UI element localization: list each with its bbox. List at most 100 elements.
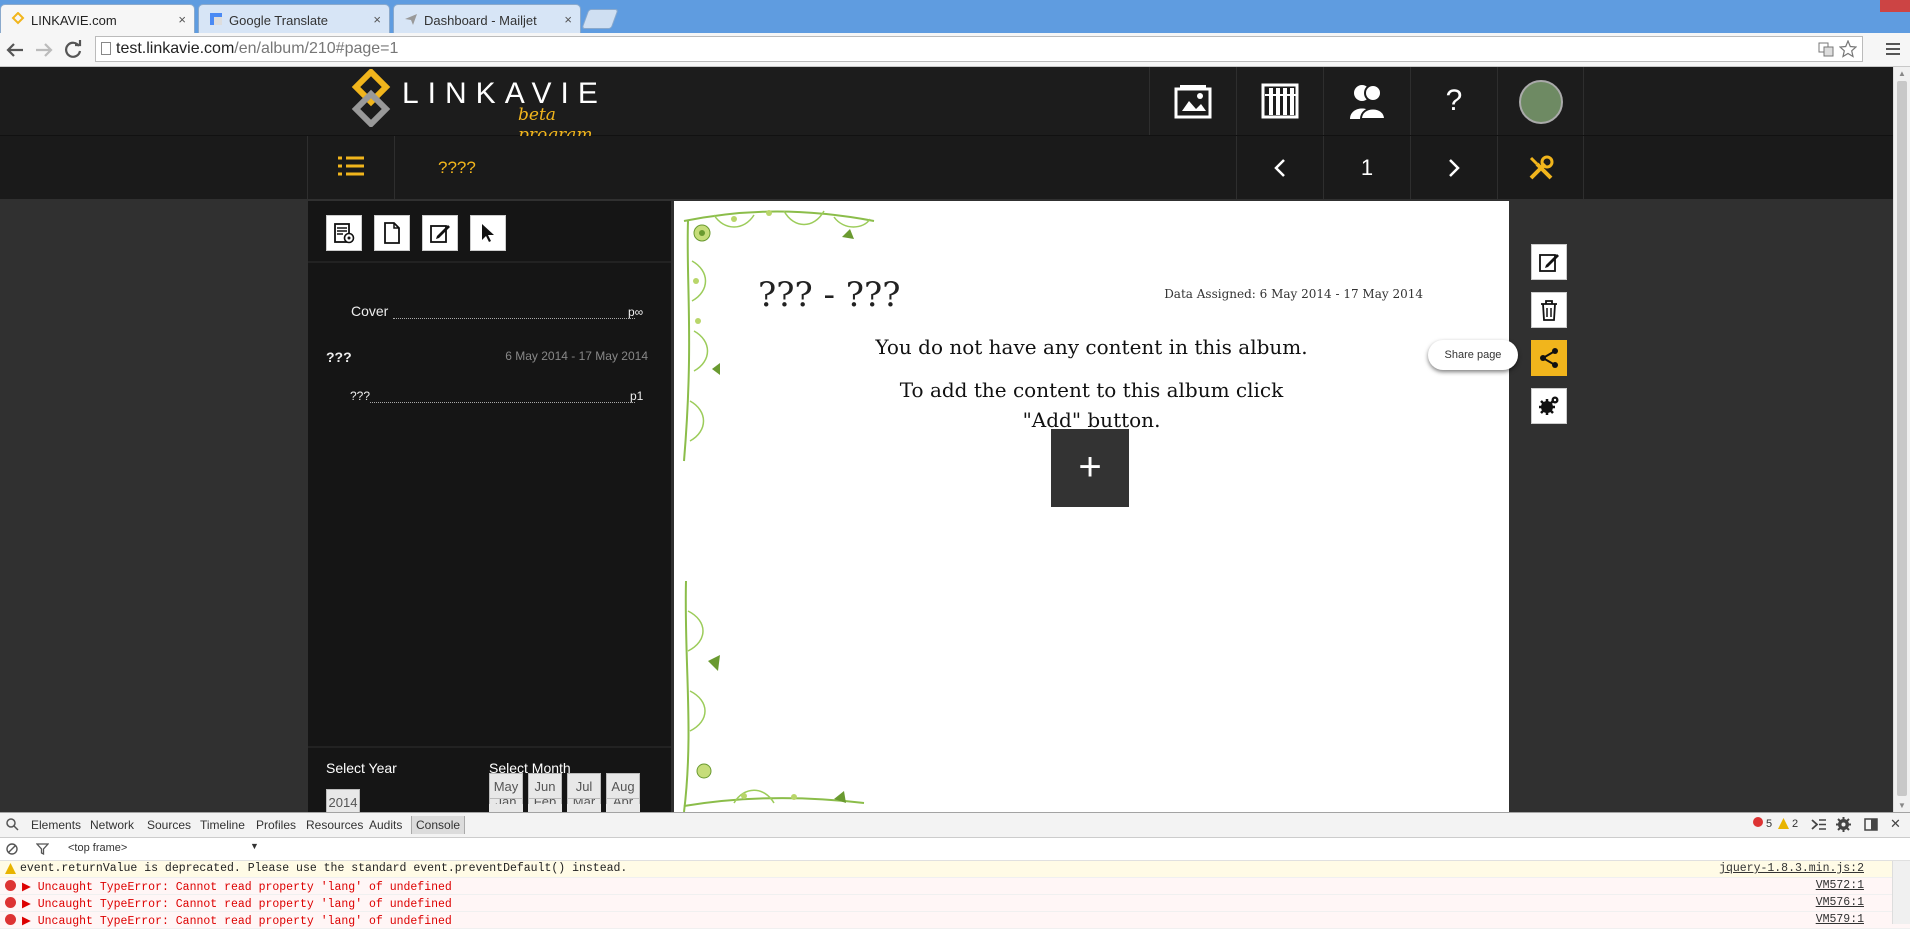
tab-google-translate[interactable]: Google Translate ×: [198, 4, 390, 33]
profile-button[interactable]: [1497, 67, 1584, 135]
chevron-right-icon: [1449, 159, 1460, 177]
frame-selector[interactable]: <top frame>: [68, 842, 127, 854]
arrow-left-icon: [6, 43, 23, 57]
dock-icon[interactable]: [1864, 818, 1878, 831]
tab-resources[interactable]: Resources: [306, 818, 363, 832]
window-close-button[interactable]: [1880, 0, 1910, 12]
tab-sources[interactable]: Sources: [147, 818, 191, 832]
avatar: [1518, 80, 1563, 124]
year-2014-button[interactable]: 2014: [326, 789, 360, 812]
linkavie-logo-icon: [351, 69, 391, 127]
page-content: LINKAVIE beta program ? ???? 1 Cover p∞ …: [0, 67, 1893, 812]
album-title: ??? - ???: [758, 275, 901, 315]
edit-page-button[interactable]: [422, 215, 458, 251]
album-date-assigned: Data Assigned: 6 May 2014 - 17 May 2014: [1164, 287, 1423, 301]
url-host: test.linkavie.com: [116, 40, 235, 57]
delete-page-button[interactable]: [1531, 292, 1567, 328]
error-icon: [5, 897, 16, 908]
menu-toggle-button[interactable]: [307, 136, 394, 199]
next-page-button[interactable]: [1410, 136, 1497, 199]
month-button[interactable]: Jun: [528, 773, 562, 799]
console-message[interactable]: ▶ Uncaught TypeError: Cannot read proper…: [22, 913, 452, 928]
warning-icon: [1778, 818, 1789, 829]
close-icon[interactable]: ×: [178, 12, 186, 27]
console-source-link[interactable]: VM572:1: [1816, 879, 1864, 892]
tab-console[interactable]: Console: [411, 816, 466, 834]
tools-button[interactable]: [1497, 136, 1584, 199]
month-button[interactable]: Jul: [567, 773, 601, 799]
page-scrollbar[interactable]: ▲ ▼: [1893, 67, 1910, 812]
tab-elements[interactable]: Elements: [31, 818, 81, 832]
share-page-button[interactable]: [1531, 340, 1567, 376]
tab-timeline[interactable]: Timeline: [200, 818, 245, 832]
new-tab-button[interactable]: [581, 9, 619, 29]
console-message[interactable]: ▶ Uncaught TypeError: Cannot read proper…: [22, 879, 452, 894]
address-bar[interactable]: test.linkavie.com/en/album/210#page=1: [95, 36, 1863, 62]
console-filter-bar: <top frame> ▼: [0, 838, 1910, 861]
console-scrollbar[interactable]: [1892, 861, 1910, 924]
console-message: event.returnValue is deprecated. Please …: [20, 862, 628, 875]
tab-audits[interactable]: Audits: [369, 818, 402, 832]
search-icon[interactable]: [6, 818, 19, 831]
tab-profiles[interactable]: Profiles: [256, 818, 296, 832]
console-source-link[interactable]: VM579:1: [1816, 913, 1864, 926]
scroll-down-icon[interactable]: ▼: [1898, 801, 1906, 810]
warning-count[interactable]: 2: [1792, 818, 1798, 830]
toc-cover-label[interactable]: Cover: [351, 303, 388, 319]
month-button[interactable]: May: [489, 773, 523, 799]
scroll-up-icon[interactable]: ▲: [1898, 69, 1906, 78]
toc-section-title[interactable]: ???: [326, 349, 352, 365]
close-icon[interactable]: ×: [373, 12, 381, 27]
tab-title: Dashboard - Mailjet: [424, 13, 537, 28]
forward-button[interactable]: [32, 38, 56, 62]
add-content-button[interactable]: +: [1051, 429, 1129, 507]
error-count[interactable]: 5: [1766, 818, 1772, 830]
month-row-partial: [489, 804, 640, 812]
mailjet-favicon-icon: [405, 14, 417, 25]
friends-nav-button[interactable]: [1323, 67, 1410, 135]
gear-icon[interactable]: [1836, 817, 1851, 832]
scrollbar-thumb[interactable]: [1897, 81, 1907, 796]
album-page: ??? - ??? Data Assigned: 6 May 2014 - 17…: [674, 201, 1509, 812]
help-button[interactable]: ?: [1410, 67, 1497, 135]
devtools-tabs: Elements Network Sources Timeline Profil…: [0, 813, 1910, 838]
prev-page-button[interactable]: [1236, 136, 1323, 199]
logo[interactable]: LINKAVIE beta program: [350, 67, 620, 145]
toc-page-label[interactable]: ???: [350, 389, 370, 403]
close-devtools-icon[interactable]: ✕: [1890, 816, 1901, 832]
new-page-button[interactable]: [374, 215, 410, 251]
bookmark-star-icon[interactable]: [1839, 40, 1857, 58]
reload-button[interactable]: [61, 38, 85, 62]
people-icon: [1350, 84, 1387, 119]
page-icon: [101, 42, 111, 55]
console-source-link[interactable]: VM576:1: [1816, 896, 1864, 909]
page-settings-icon: [334, 223, 355, 244]
tab-network[interactable]: Network: [90, 818, 134, 832]
execute-icon[interactable]: [1811, 818, 1827, 831]
chevron-down-icon[interactable]: ▼: [250, 841, 259, 851]
month-button[interactable]: Aug: [606, 773, 640, 799]
url-path: /en/album/210#page=1: [234, 40, 399, 57]
album-toolbar: ???? 1: [0, 136, 1893, 199]
share-icon: [1540, 348, 1558, 368]
tab-linkavie[interactable]: LINKAVIE.com ×: [0, 4, 195, 33]
console-message[interactable]: ▶ Uncaught TypeError: Cannot read proper…: [22, 896, 452, 911]
menu-icon[interactable]: [1884, 40, 1902, 58]
floral-corner-icon: [683, 581, 865, 812]
tab-mailjet[interactable]: Dashboard - Mailjet ×: [393, 4, 581, 33]
albums-nav-button[interactable]: [1149, 67, 1236, 135]
page-settings-button[interactable]: [1531, 388, 1567, 424]
clear-console-icon[interactable]: [6, 843, 18, 855]
back-button[interactable]: [3, 38, 27, 62]
add-page-button[interactable]: [326, 215, 362, 251]
cursor-arrow-icon: [482, 224, 494, 242]
library-nav-button[interactable]: [1236, 67, 1323, 135]
close-icon[interactable]: ×: [564, 12, 572, 27]
filter-icon[interactable]: [36, 843, 49, 855]
translate-icon[interactable]: [1818, 41, 1834, 57]
console-source-link[interactable]: jquery-1.8.3.min.js:2: [1719, 862, 1864, 875]
select-button[interactable]: [470, 215, 506, 251]
toc-leader: [393, 317, 635, 319]
edit-album-button[interactable]: [1531, 244, 1567, 280]
toc-section-range: 6 May 2014 - 17 May 2014: [505, 349, 648, 363]
